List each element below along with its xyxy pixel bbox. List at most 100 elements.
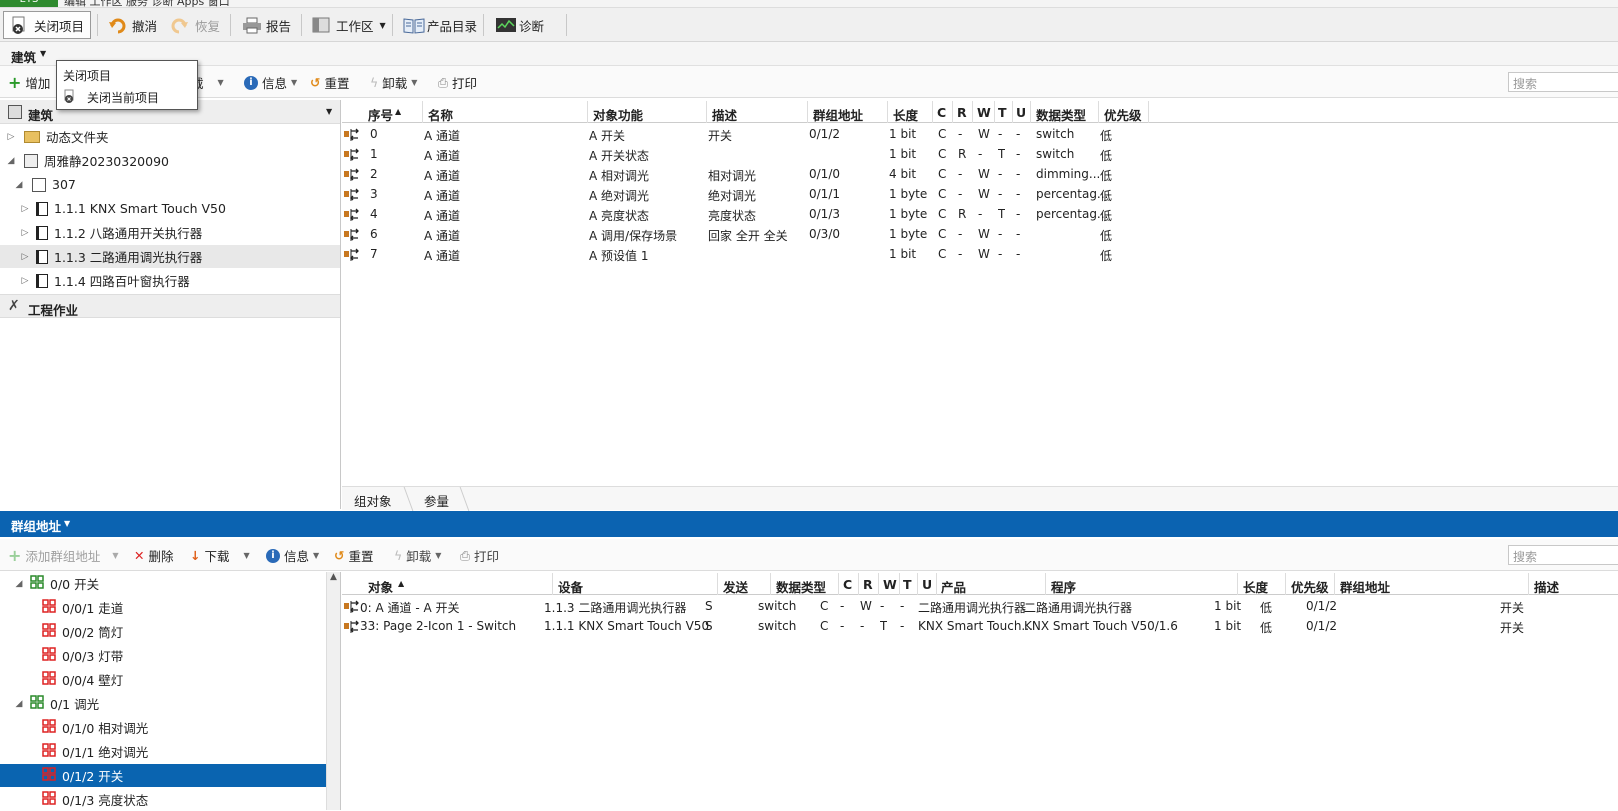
ga-address-item[interactable]: 0/0/2 筒灯 [0, 620, 326, 643]
expand-icon[interactable]: ▷ [20, 276, 30, 286]
table-row[interactable]: 3A 通道 A 绝对调光 绝对调光 0/1/1 1 byte C - W - - percentag… [342, 184, 1618, 204]
workspace-button[interactable]: 工作区 ▼ [306, 11, 392, 39]
expand-icon[interactable]: ▷ [20, 204, 30, 214]
col-len[interactable]: 长度 [1243, 577, 1268, 596]
col-send[interactable]: 发送 [723, 577, 748, 596]
expand-icon[interactable]: ▷ [20, 228, 30, 238]
col-obj[interactable]: 对象 [368, 577, 393, 596]
close-current-project-item[interactable]: 关闭当前项目 [63, 89, 159, 106]
col-len[interactable]: 长度 [893, 105, 918, 124]
ga-search-input[interactable]: 搜索 [1508, 545, 1618, 565]
col-desc[interactable]: 描述 [712, 105, 737, 124]
undo-button[interactable]: 撤消 [102, 11, 163, 39]
ga-tree-scrollbar[interactable]: ▲ [326, 572, 340, 810]
ga-group-item[interactable]: ◢ 0/0 开关 [0, 572, 326, 595]
expand-icon[interactable]: ▷ [20, 252, 30, 262]
col-func[interactable]: 对象功能 [593, 105, 643, 124]
ga-address-item[interactable]: 0/1/0 相对调光 [0, 716, 326, 739]
info-button[interactable]: i 信息 ▼ [244, 73, 297, 92]
ga-address-item[interactable]: 0/1/1 绝对调光 [0, 740, 326, 763]
col-name[interactable]: 名称 [428, 105, 453, 124]
app-badge[interactable]: ETS [0, 0, 58, 7]
report-button[interactable]: 报告 [236, 11, 297, 39]
ga-group-item[interactable]: ◢ 0/1 调光 [0, 692, 326, 715]
table-row[interactable]: 4A 通道 A 亮度状态 亮度状态 0/1/3 1 byte C R - T - percentag… [342, 204, 1618, 224]
tab-parameters[interactable]: 参量 [424, 491, 449, 510]
chevron-down-icon[interactable]: ▼ [244, 551, 250, 560]
table-row[interactable]: 33: Page 2-Icon 1 - Switch 1.1.1 KNX Smar… [342, 616, 1618, 636]
ga-address-item[interactable]: 0/1/2 开关 [0, 764, 326, 787]
unload-button[interactable]: ϟ 卸载 ▼ [394, 546, 441, 565]
col-c[interactable]: C [843, 577, 852, 592]
add-button[interactable]: + 增加 [8, 73, 50, 92]
building-search-input[interactable]: 搜索 [1508, 72, 1618, 92]
cell-len: 1 bit [889, 147, 917, 161]
col-r[interactable]: R [863, 577, 873, 592]
chevron-down-icon[interactable]: ▼ [218, 78, 224, 87]
col-w[interactable]: W [883, 577, 897, 592]
col-ga[interactable]: 群组地址 [813, 105, 863, 124]
print-button[interactable]: ⎙ 打印 [460, 546, 499, 565]
ga-panel-title[interactable]: 群组地址 [11, 516, 61, 535]
collapse-icon[interactable]: ◢ [14, 180, 24, 190]
col-w[interactable]: W [977, 105, 991, 120]
col-prio[interactable]: 优先级 [1291, 577, 1329, 596]
col-prio[interactable]: 优先级 [1104, 105, 1142, 124]
delete-button[interactable]: ✕ 删除 [134, 546, 174, 565]
collapse-icon[interactable]: ◢ [14, 579, 24, 589]
work-section-header[interactable]: ✗ 工程作业 [0, 294, 340, 318]
col-ga[interactable]: 群组地址 [1340, 577, 1390, 596]
col-t[interactable]: T [903, 577, 912, 592]
table-row[interactable]: 2A 通道 A 相对调光 相对调光 0/1/0 4 bit C - W - - dimming...… [342, 164, 1618, 184]
close-project-button[interactable]: 关闭项目 [3, 11, 91, 39]
tree-item-room-307[interactable]: ◢ 307 [0, 173, 340, 196]
tree-item-dynamic-folders[interactable]: ▷ 动态文件夹 [0, 125, 340, 148]
print-button[interactable]: ⎙ 打印 [438, 73, 477, 92]
ga-address-item[interactable]: 0/0/1 走道 [0, 596, 326, 619]
table-row[interactable]: 0: A 通道 - A 开关 1.1.3 二路通用调光执行器 Sswitch C - W -… [342, 596, 1618, 616]
table-row[interactable]: 6A 通道 A 调用/保存场景 回家 全开 全关 0/3/0 1 byte C - W - - 低 [342, 224, 1618, 244]
chevron-down-icon[interactable]: ▼ [40, 49, 46, 58]
col-program[interactable]: 程序 [1051, 577, 1076, 596]
col-product[interactable]: 产品 [941, 577, 966, 596]
info-button[interactable]: i 信息 ▼ [266, 546, 319, 565]
table-row[interactable]: 0A 通道 A 开关 开关 0/1/2 1 bit C - W - - switch 低 [342, 124, 1618, 144]
collapse-icon[interactable]: ◢ [14, 699, 24, 709]
tab-group-objects[interactable]: 组对象 [354, 491, 392, 510]
expand-icon[interactable]: ▷ [6, 132, 16, 142]
collapse-icon[interactable]: ◢ [6, 156, 16, 166]
chevron-down-icon[interactable]: ▼ [326, 107, 332, 116]
redo-button[interactable]: 恢复 [165, 11, 226, 39]
col-desc[interactable]: 描述 [1534, 577, 1559, 596]
table-row[interactable]: 7A 通道 A 预设值 11 bit C - W - - 低 [342, 244, 1618, 264]
download-button[interactable]: ↓ 下载 ▼ [190, 546, 250, 565]
col-dev[interactable]: 设备 [558, 577, 583, 596]
col-r[interactable]: R [957, 105, 967, 120]
col-u[interactable]: U [922, 577, 932, 592]
ga-address-item[interactable]: 0/1/3 亮度状态 [0, 788, 326, 811]
tree-item-device[interactable]: ▷ 1.1.1 KNX Smart Touch V50 [0, 197, 340, 220]
building-panel-title[interactable]: 建筑 [11, 47, 36, 66]
col-t[interactable]: T [998, 105, 1007, 120]
ga-address-item[interactable]: 0/0/3 灯带 [0, 644, 326, 667]
tree-item-device-selected[interactable]: ▷ 1.1.3 二路通用调光执行器 [0, 245, 340, 268]
col-num[interactable]: 序号 [368, 105, 393, 124]
ga-address-item[interactable]: 0/0/4 壁灯 [0, 668, 326, 691]
col-dtype[interactable]: 数据类型 [776, 577, 826, 596]
col-dtype[interactable]: 数据类型 [1036, 105, 1086, 124]
tree-item-device[interactable]: ▷ 1.1.4 四路百叶窗执行器 [0, 269, 340, 292]
add-group-address-button[interactable]: + 添加群组地址 ▼ [8, 546, 119, 565]
col-c[interactable]: C [937, 105, 946, 120]
catalog-button[interactable]: 产品目录 [397, 11, 483, 39]
unload-button[interactable]: ϟ 卸载 ▼ [370, 73, 417, 92]
table-row[interactable]: 1A 通道 A 开关状态 1 bit C R - T - switch 低 [342, 144, 1618, 164]
menu-items[interactable]: 编辑 工作区 服务 诊断 Apps 窗口 [64, 0, 230, 7]
chevron-down-icon[interactable]: ▼ [64, 519, 70, 528]
diagnostics-button[interactable]: 诊断 [489, 11, 550, 39]
tree-item-project[interactable]: ◢ 周雅静20230320090 [0, 149, 340, 172]
reset-button[interactable]: ↺ 重置 [334, 546, 374, 565]
col-u[interactable]: U [1016, 105, 1026, 120]
reset-button[interactable]: ↺ 重置 [310, 73, 350, 92]
tree-item-device[interactable]: ▷ 1.1.2 八路通用开关执行器 [0, 221, 340, 244]
scroll-up-icon[interactable]: ▲ [330, 572, 337, 582]
